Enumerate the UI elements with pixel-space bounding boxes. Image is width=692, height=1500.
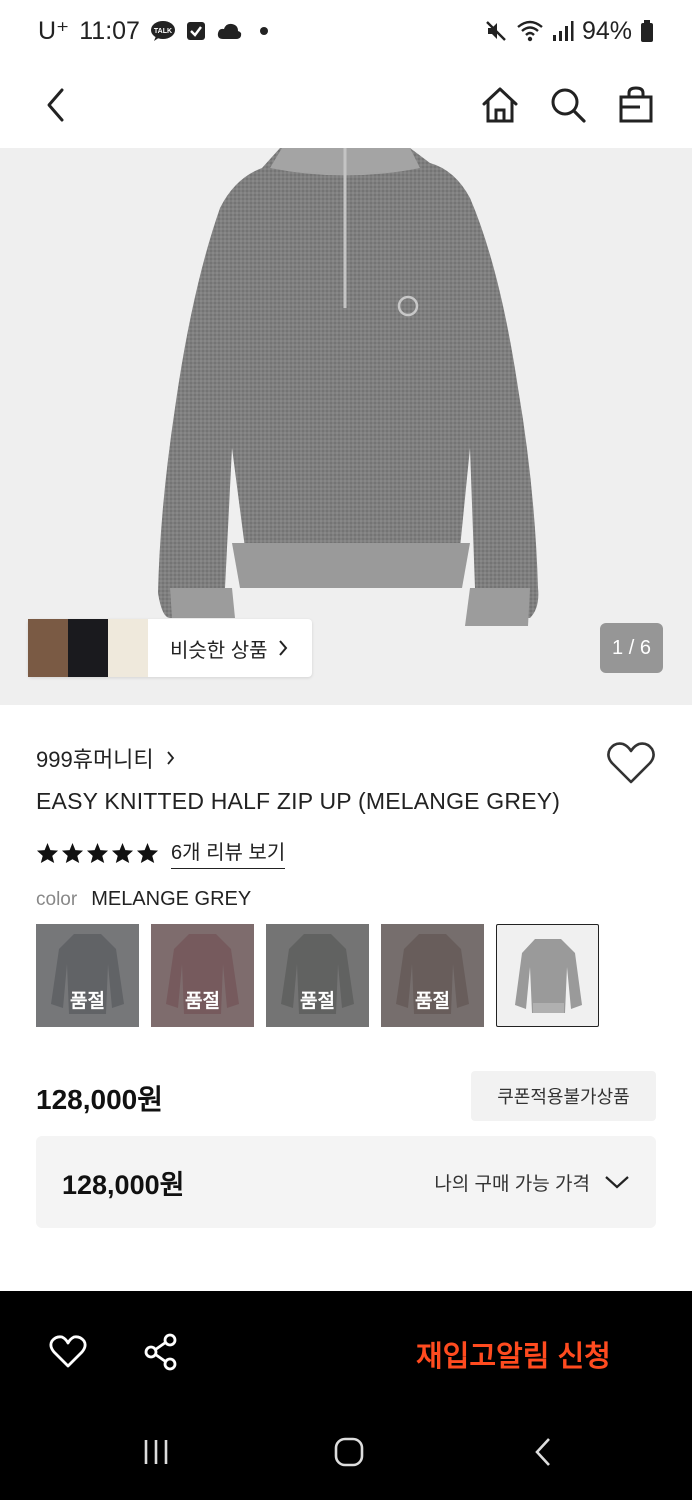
variant-burgundy[interactable]: 품절 — [151, 924, 254, 1027]
chevron-right-icon — [166, 751, 174, 765]
thumbnail-cream — [108, 619, 148, 677]
check-icon — [186, 22, 205, 40]
cart-button[interactable] — [614, 83, 658, 127]
my-price-value: 128,000원 — [62, 1169, 185, 1200]
soldout-label: 품절 — [415, 991, 450, 1012]
my-price-box[interactable]: 128,000원 나의 구매 가능 가격 — [36, 1136, 656, 1228]
soldout-label: 품절 — [70, 991, 105, 1012]
color-value: MELANGE GREY — [91, 888, 252, 910]
variant-melange-grey[interactable] — [496, 924, 599, 1027]
back-button[interactable] — [34, 83, 78, 127]
clock: 11:07 — [79, 16, 140, 45]
home-nav-icon[interactable] — [334, 1437, 364, 1467]
review-link[interactable]: 6개 리뷰 보기 — [171, 836, 286, 869]
similar-thumbnails — [28, 619, 148, 677]
wishlist-heart-icon[interactable] — [606, 740, 656, 786]
star-icon — [36, 842, 59, 863]
similar-products-chip[interactable]: 비슷한 상품 — [28, 619, 312, 677]
app-header — [0, 62, 692, 148]
mute-icon — [486, 21, 506, 41]
notification-dot — [259, 27, 268, 35]
similar-products-button[interactable]: 비슷한 상품 — [148, 619, 312, 677]
thumbnail-brown — [28, 619, 68, 677]
variant-brown[interactable]: 품절 — [381, 924, 484, 1027]
color-label: color — [36, 889, 78, 910]
star-icon — [86, 842, 109, 863]
recent-apps-icon[interactable] — [142, 1437, 170, 1467]
battery-icon — [641, 20, 653, 42]
svg-text:TALK: TALK — [154, 28, 172, 35]
back-icon — [47, 88, 64, 122]
wifi-icon — [517, 20, 543, 42]
variant-navy[interactable]: 품절 — [36, 924, 139, 1027]
back-nav-icon[interactable] — [532, 1437, 554, 1467]
coupon-badge: 쿠폰적용불가상품 — [471, 1071, 656, 1121]
soldout-label: 품절 — [185, 991, 220, 1012]
star-icon — [61, 842, 84, 863]
home-icon — [482, 87, 518, 123]
talk-icon: TALK — [150, 21, 175, 41]
cloud-icon — [217, 23, 242, 39]
soldout-label: 품절 — [300, 991, 335, 1012]
brand-link[interactable]: 999휴머니티 — [36, 742, 175, 774]
rating-row: 6개 리뷰 보기 — [36, 836, 286, 869]
home-button[interactable] — [478, 83, 522, 127]
my-price-toggle[interactable]: 나의 구매 가능 가격 — [434, 1169, 630, 1196]
chevron-right-icon — [278, 640, 287, 656]
brand-name: 999휴머니티 — [36, 747, 154, 772]
system-nav-bar — [0, 1415, 692, 1500]
rating-stars — [36, 842, 159, 864]
color-variants: 품절 품절 품절 품절 — [36, 924, 599, 1027]
restock-alert-button[interactable]: 재입고알림 신청 — [416, 1333, 611, 1375]
star-icon — [136, 842, 159, 863]
star-icon — [111, 842, 134, 863]
status-bar: U⁺ 11:07 TALK 94% — [0, 0, 692, 62]
share-icon[interactable] — [143, 1333, 179, 1371]
shopping-bag-icon — [619, 86, 653, 123]
carrier-label: U⁺ — [38, 17, 70, 45]
heart-icon[interactable] — [49, 1335, 87, 1369]
color-row: color MELANGE GREY — [36, 888, 251, 911]
my-price-label: 나의 구매 가능 가격 — [434, 1173, 590, 1195]
search-icon — [551, 88, 586, 123]
product-title: EASY KNITTED HALF ZIP UP (MELANGE GREY) — [36, 788, 561, 814]
battery-level: 94% — [581, 16, 632, 45]
variant-image — [515, 939, 582, 1013]
thumbnail-black — [68, 619, 108, 677]
action-bar: 재입고알림 신청 — [0, 1291, 692, 1415]
chevron-down-icon — [605, 1176, 629, 1189]
page-indicator: 1 / 6 — [600, 623, 663, 673]
search-button[interactable] — [546, 83, 590, 127]
price: 128,000원 — [36, 1084, 163, 1115]
variant-charcoal[interactable]: 품절 — [266, 924, 369, 1027]
similar-products-label: 비슷한 상품 — [170, 639, 268, 662]
signal-icon — [552, 21, 574, 41]
